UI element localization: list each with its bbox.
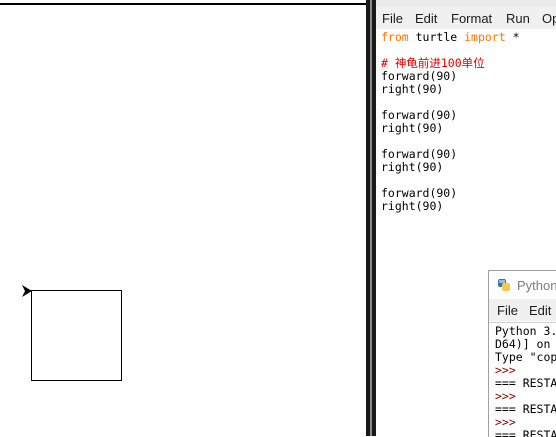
- shell-prompt: >>>: [495, 389, 516, 403]
- shell-menu-edit[interactable]: Edit: [529, 303, 551, 318]
- code-line: right(90): [381, 200, 556, 213]
- code-text: forward(90): [381, 69, 458, 83]
- menu-file[interactable]: File: [382, 11, 403, 26]
- shell-prompt: >>>: [495, 415, 516, 429]
- code-text: forward(90): [381, 186, 458, 200]
- code-text: *: [505, 30, 520, 44]
- code-line: right(90): [381, 83, 556, 96]
- shell-menubar: File Edit: [489, 299, 556, 321]
- code-text: right(90): [381, 199, 444, 213]
- shell-window: Python File Edit Python 3. D64)] on Type "…: [488, 270, 556, 437]
- shell-text: D64)] on: [495, 337, 551, 351]
- window-divider: [366, 0, 376, 436]
- shell-output: Python 3. D64)] on Type "cop >>> === RESTA >>…: [495, 325, 556, 437]
- shell-body[interactable]: Python 3. D64)] on Type "cop >>> === RESTA >>…: [489, 322, 556, 437]
- editor-title-strip: [376, 0, 556, 7]
- code-keyword: import: [464, 30, 506, 44]
- code-line: right(90): [381, 161, 556, 174]
- shell-text: Python 3.: [495, 324, 556, 338]
- code-text: right(90): [381, 160, 444, 174]
- menu-format[interactable]: Format: [451, 11, 492, 26]
- menu-edit[interactable]: Edit: [415, 11, 437, 26]
- square-drawing: [31, 290, 122, 381]
- code-text: right(90): [381, 121, 444, 135]
- turtle-canvas: [0, 0, 366, 436]
- menu-run[interactable]: Run: [506, 11, 530, 26]
- code-line: right(90): [381, 122, 556, 135]
- shell-titlebar[interactable]: Python: [489, 271, 556, 299]
- code-text: forward(90): [381, 147, 458, 161]
- shell-text: === RESTA: [495, 376, 556, 390]
- code-keyword: from: [381, 30, 409, 44]
- turtle-cursor-icon: [22, 285, 32, 297]
- shell-text: === RESTA: [495, 402, 556, 416]
- code-text: forward(90): [381, 108, 458, 122]
- shell-text: Type "cop: [495, 350, 556, 364]
- code-line: from turtle import *: [381, 31, 556, 44]
- python-icon: [498, 279, 510, 291]
- code-editor[interactable]: from turtle import * # 神龟前进100单位 forward(9…: [381, 31, 556, 213]
- code-text: turtle: [408, 30, 465, 44]
- code-text: right(90): [381, 82, 444, 96]
- editor-menubar: File Edit Format Run Op: [376, 7, 556, 29]
- shell-title: Python: [517, 278, 556, 293]
- turtle-drawing: [22, 285, 122, 381]
- shell-prompt: >>>: [495, 363, 516, 377]
- code-comment: # 神龟前进100单位: [381, 56, 485, 70]
- shell-menu-file[interactable]: File: [497, 303, 518, 318]
- menu-options[interactable]: Op: [542, 11, 556, 26]
